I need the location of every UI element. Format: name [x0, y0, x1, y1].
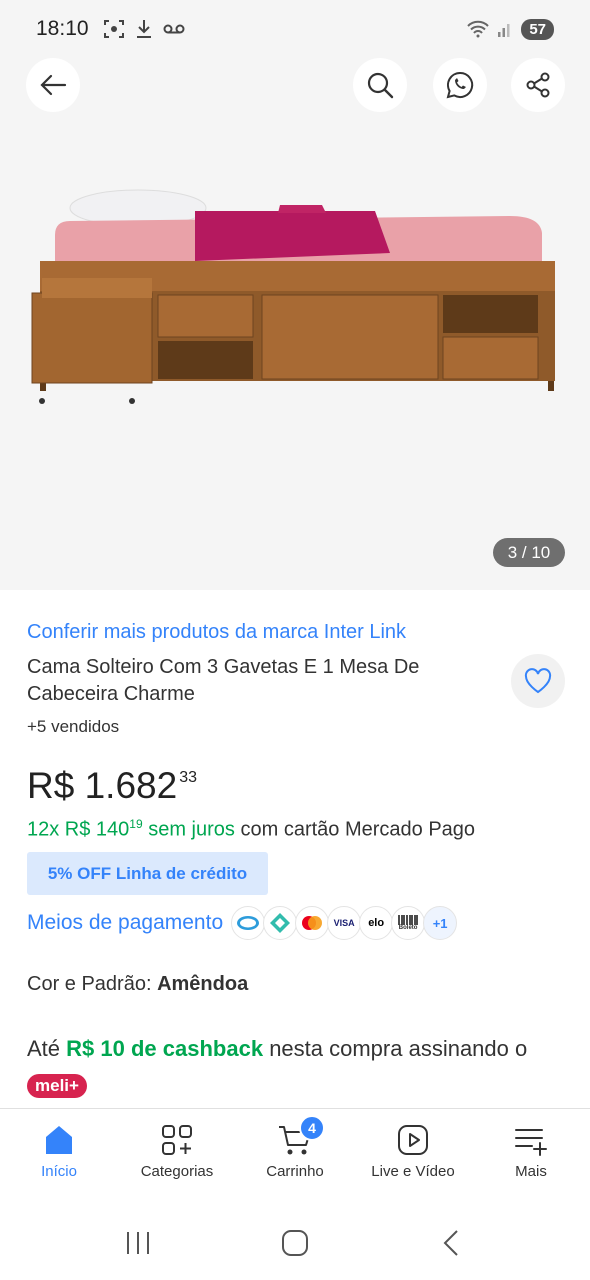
payment-methods-link[interactable]: Meios de pagamento — [27, 911, 223, 935]
product-image — [31, 189, 555, 404]
image-counter: 3 / 10 — [493, 538, 565, 567]
installments-suffix: com cartão Mercado Pago — [240, 818, 476, 841]
home-icon — [46, 1126, 72, 1154]
nav-label: Início — [41, 1163, 77, 1180]
nav-item-live-video[interactable]: Live e Vídeo — [354, 1109, 472, 1206]
elo-icon: elo — [359, 906, 394, 940]
voicemail-icon — [163, 24, 185, 34]
pix-icon — [263, 906, 298, 940]
wifi-icon — [467, 20, 490, 38]
nav-item-categorias[interactable]: Categorias — [118, 1109, 236, 1206]
cashback-text: nesta compra assinando o — [269, 1036, 528, 1061]
visa-icon: VISA — [327, 906, 362, 940]
price-currency: R$ — [27, 765, 75, 806]
boleto-label: Boleto — [398, 925, 418, 931]
home-button-icon[interactable] — [280, 1228, 310, 1258]
installments-cents: 19 — [129, 817, 143, 831]
nav-label: Carrinho — [266, 1163, 324, 1180]
recent-apps-icon[interactable] — [123, 1228, 153, 1258]
payment-methods[interactable]: Meios de pagamento VISA elo Boleto +1 — [27, 906, 458, 940]
back-button[interactable] — [26, 58, 80, 112]
installments-interest: sem juros — [148, 818, 235, 841]
color-selector[interactable]: Cor e Padrão: Amêndoa — [27, 973, 248, 996]
share-button[interactable] — [511, 58, 565, 112]
signal-icon — [498, 24, 510, 37]
brand-products-link[interactable]: Conferir mais produtos da marca Inter Li… — [27, 621, 406, 644]
more-payment-methods[interactable]: +1 — [423, 906, 458, 940]
share-icon — [526, 72, 550, 98]
nav-label: Live e Vídeo — [371, 1163, 455, 1180]
credit-line-badge: 5% OFF Linha de crédito — [27, 852, 268, 895]
price-cents: 33 — [179, 769, 197, 786]
mastercard-icon — [295, 906, 330, 940]
color-label: Cor e Padrão: — [27, 973, 152, 995]
search-button[interactable] — [353, 58, 407, 112]
nav-item-inicio[interactable]: Início — [0, 1109, 118, 1206]
nav-item-mais[interactable]: Mais — [472, 1109, 590, 1206]
color-value: Amêndoa — [157, 973, 249, 995]
menu-plus-icon — [515, 1129, 547, 1156]
battery-indicator: 57 — [521, 18, 554, 40]
whatsapp-icon — [446, 71, 474, 99]
whatsapp-share-button[interactable] — [433, 58, 487, 112]
arrow-left-icon — [40, 74, 67, 96]
bottom-navigation: Início Categorias 4 Carrinho Live e Víde… — [0, 1108, 590, 1206]
product-title: Cama Solteiro Com 3 Gavetas E 1 Mesa De … — [27, 656, 420, 705]
heart-icon — [524, 668, 552, 694]
nav-item-carrinho[interactable]: 4 Carrinho — [236, 1109, 354, 1206]
boleto-icon: Boleto — [391, 906, 426, 940]
system-navigation-bar — [0, 1206, 590, 1280]
installments-amount: 12x R$ 140 — [27, 818, 130, 841]
product-gallery[interactable]: 3 / 10 — [0, 58, 590, 590]
cart-count-badge: 4 — [299, 1115, 325, 1141]
back-nav-icon[interactable] — [437, 1228, 467, 1258]
play-icon — [398, 1125, 428, 1155]
nav-label: Mais — [515, 1163, 547, 1180]
meli-plus-badge[interactable]: meli+ — [27, 1074, 87, 1098]
sold-count: +5 vendidos — [27, 717, 120, 736]
price: R$ 1.682 33 — [27, 765, 197, 807]
search-icon — [367, 72, 394, 99]
status-bar: 18:10 57 — [0, 0, 590, 58]
status-time: 18:10 — [36, 17, 89, 40]
installments: 12x R$ 14019 sem juros com cartão Mercad… — [27, 817, 475, 842]
grid-icon — [162, 1125, 192, 1155]
download-icon — [136, 20, 151, 38]
screenshot-icon — [103, 20, 124, 38]
nav-label: Categorias — [140, 1163, 214, 1180]
cashback-amount: R$ 10 de cashback — [66, 1036, 264, 1061]
cashback-info: Até R$ 10 de cashback nesta compra assin… — [27, 1030, 567, 1106]
price-amount: 1.682 — [84, 765, 178, 806]
cashback-prefix: Até — [27, 1036, 61, 1061]
mercado-pago-icon — [231, 906, 266, 940]
favorite-button[interactable] — [511, 654, 565, 708]
